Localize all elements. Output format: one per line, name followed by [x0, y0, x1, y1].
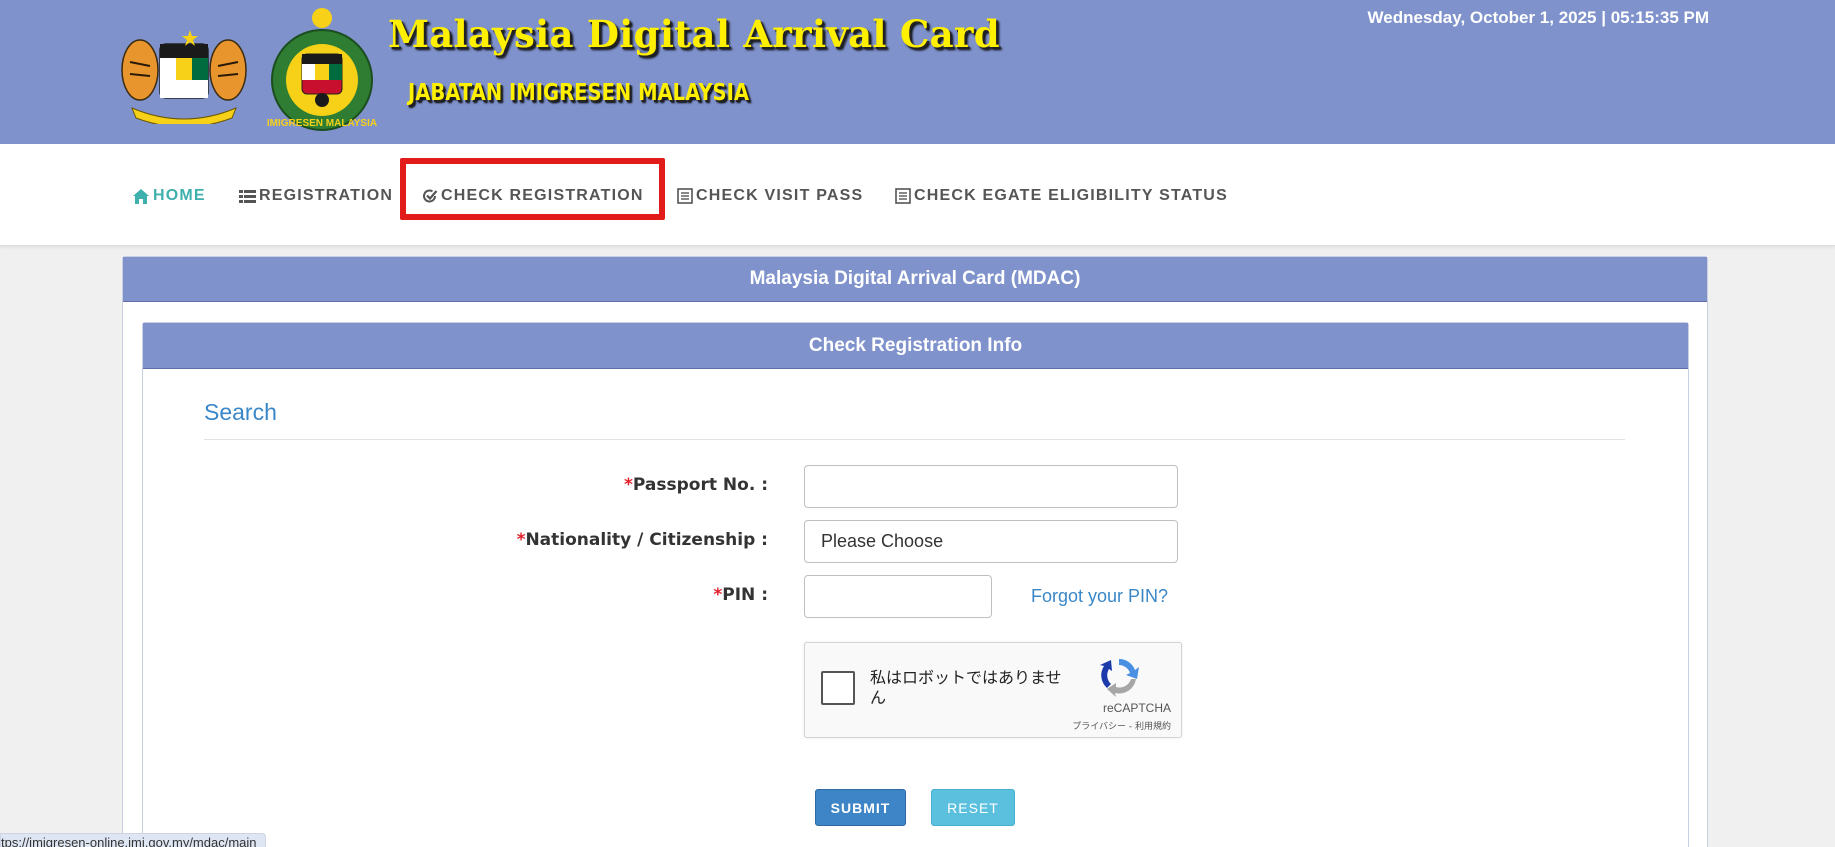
pin-input[interactable] — [804, 575, 992, 618]
nationality-label: *Nationality / Citizenship : — [517, 530, 768, 550]
recaptcha-checkbox[interactable] — [821, 671, 855, 705]
nav-home-label: HOME — [153, 187, 206, 204]
nationality-label-text: Nationality / Citizenship : — [525, 530, 768, 550]
imigresen-malaysia-emblem-icon: IMIGRESEN MALAYSIA — [267, 8, 377, 131]
section-divider — [204, 439, 1625, 440]
nav-check-egate-status[interactable]: CHECK EGATE ELIGIBILITY STATUS — [895, 184, 1228, 208]
nav-check-visit-pass[interactable]: CHECK VISIT PASS — [677, 184, 863, 208]
malaysia-coat-of-arms-icon — [121, 24, 247, 124]
site-header: IMIGRESEN MALAYSIA Malaysia Digital Arri… — [0, 0, 1835, 144]
search-section-title: Search — [204, 399, 277, 425]
nav-registration[interactable]: REGISTRATION — [239, 184, 393, 208]
emblem-ring-text: IMIGRESEN MALAYSIA — [267, 118, 377, 129]
pin-label-text: PIN : — [722, 585, 768, 605]
list-icon — [239, 189, 256, 203]
required-mark: * — [713, 585, 723, 605]
check-registration-title: Check Registration Info — [143, 323, 1688, 369]
forgot-pin-link[interactable]: Forgot your PIN? — [1031, 586, 1168, 607]
recaptcha-label: 私はロボットではありません — [870, 668, 1062, 707]
passport-label: *Passport No. : — [624, 475, 768, 495]
recaptcha-logo-icon — [1100, 658, 1139, 697]
browser-status-url: tps://imigresen-online.imi.gov.my/mdac/m… — [0, 833, 266, 847]
document-icon — [677, 188, 693, 204]
mdac-panel-title: Malaysia Digital Arrival Card (MDAC) — [123, 257, 1707, 302]
main-navbar: HOME REGISTRATION CHECK REGISTRATION CHE… — [0, 144, 1835, 246]
mdac-panel: Malaysia Digital Arrival Card (MDAC) Che… — [122, 256, 1708, 847]
nav-check-visit-pass-label: CHECK VISIT PASS — [696, 187, 864, 204]
passport-label-text: Passport No. : — [632, 475, 768, 495]
current-datetime: Wednesday, October 1, 2025 | 05:15:35 PM — [1367, 8, 1709, 27]
nav-home[interactable]: HOME — [132, 184, 206, 208]
recaptcha-brand: reCAPTCHA — [1102, 701, 1171, 715]
pin-label: *PIN : — [713, 585, 768, 605]
site-title: Malaysia Digital Arrival Card — [388, 12, 1000, 56]
submit-button[interactable]: SUBMIT — [815, 789, 906, 826]
site-subtitle: JABATAN IMIGRESEN MALAYSIA — [408, 80, 750, 106]
recaptcha-widget: 私はロボットではありません reCAPTCHA プライバシー - 利用規約 — [804, 642, 1182, 738]
reset-button[interactable]: RESET — [931, 789, 1015, 826]
nationality-selected-value: Please Choose — [821, 531, 944, 551]
document-icon — [895, 188, 911, 204]
recaptcha-terms-links[interactable]: プライバシー - 利用規約 — [1005, 719, 1171, 732]
passport-input[interactable] — [804, 465, 1178, 508]
required-mark: * — [624, 475, 633, 495]
nav-check-egate-status-label: CHECK EGATE ELIGIBILITY STATUS — [914, 187, 1228, 204]
nav-registration-label: REGISTRATION — [259, 187, 394, 204]
check-registration-panel: Check Registration Info Search *Passport… — [142, 322, 1689, 847]
nav-highlight-annotation — [400, 158, 665, 220]
nationality-select[interactable]: Please Choose — [804, 520, 1178, 563]
home-icon — [133, 188, 149, 204]
